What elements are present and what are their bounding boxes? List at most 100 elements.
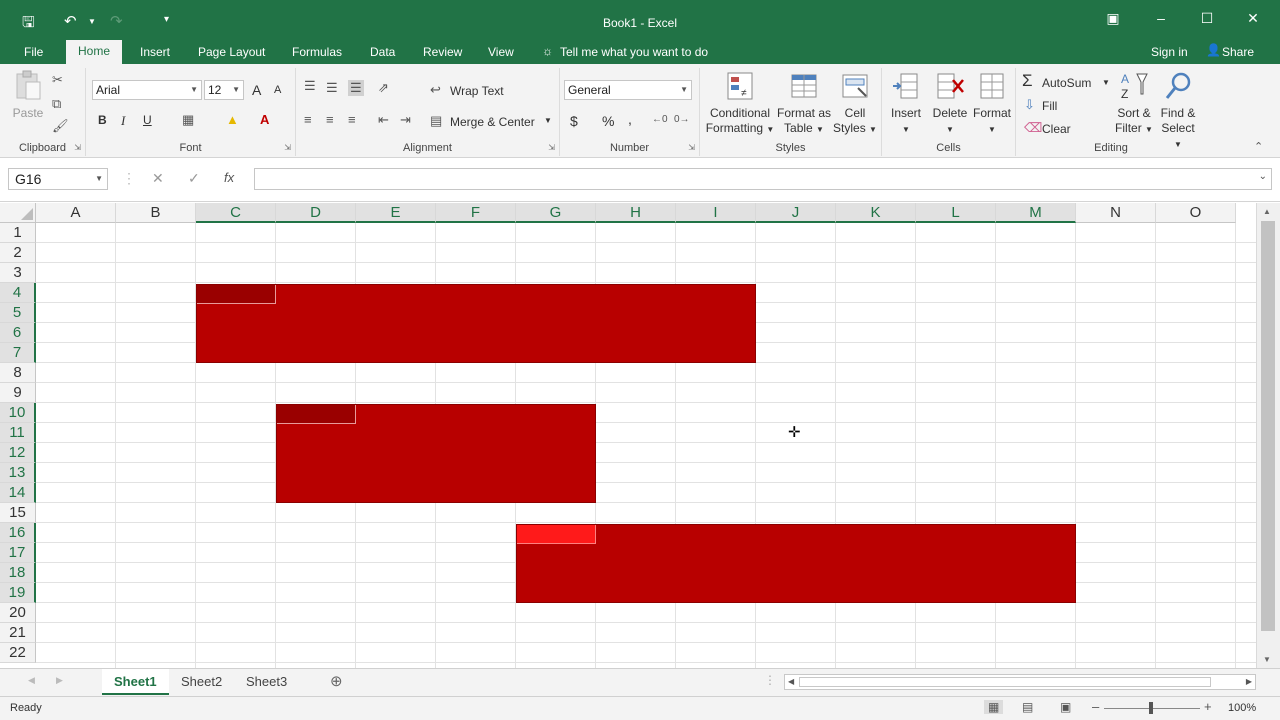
row-header-7[interactable]: 7	[0, 343, 36, 363]
formula-input[interactable]: ⌄	[254, 168, 1272, 190]
number-format-combo[interactable]: General ▼	[564, 80, 692, 100]
sheet-tab-1[interactable]: Sheet1	[102, 669, 169, 695]
increase-decimal-icon[interactable]: ←0	[652, 114, 668, 125]
copy-icon[interactable]: ⧉	[52, 96, 61, 112]
find-select-button[interactable]: Find & Select ▼	[1156, 70, 1200, 152]
tab-review[interactable]: Review	[423, 45, 462, 65]
top-align-icon[interactable]: ☰	[304, 78, 316, 94]
add-sheet-icon[interactable]: ⊕	[330, 672, 343, 690]
format-as-table-button[interactable]: Format as Table ▼	[776, 70, 832, 137]
minimize-icon[interactable]: –	[1138, 10, 1184, 32]
prev-sheet-icon[interactable]: ◀	[28, 675, 35, 686]
row-header-14[interactable]: 14	[0, 483, 36, 503]
format-painter-icon[interactable]: 🖌	[52, 118, 69, 134]
page-break-view-icon[interactable]: ▣	[1060, 700, 1071, 714]
tab-insert[interactable]: Insert	[140, 45, 170, 65]
row-header-4[interactable]: 4	[0, 283, 36, 303]
tell-me-box[interactable]: Tell me what you want to do	[560, 45, 708, 65]
tab-formulas[interactable]: Formulas	[292, 45, 342, 65]
column-header-b[interactable]: B	[116, 203, 196, 223]
shape-rectangle-3[interactable]	[516, 524, 1076, 603]
conditional-formatting-button[interactable]: ≠ Conditional Formatting ▼	[704, 70, 776, 137]
font-size-combo[interactable]: 12 ▼	[204, 80, 244, 100]
increase-indent-icon[interactable]: ⇥	[400, 112, 411, 128]
sort-filter-button[interactable]: AZ Sort & Filter ▼	[1112, 70, 1156, 137]
fill-button[interactable]: Fill	[1042, 99, 1057, 113]
row-header-10[interactable]: 10	[0, 403, 36, 423]
bold-button[interactable]: B	[98, 113, 107, 127]
maximize-icon[interactable]: ☐	[1184, 10, 1230, 32]
column-header-f[interactable]: F	[436, 203, 516, 223]
row-header-3[interactable]: 3	[0, 263, 36, 283]
cancel-icon[interactable]: ✕	[152, 170, 164, 187]
percent-button[interactable]: %	[602, 113, 614, 129]
column-header-m[interactable]: M	[996, 203, 1076, 223]
font-name-combo[interactable]: Arial ▼	[92, 80, 202, 100]
zoom-slider-thumb[interactable]	[1149, 702, 1153, 714]
column-header-l[interactable]: L	[916, 203, 996, 223]
name-box[interactable]: G16 ▼	[8, 168, 108, 190]
column-header-d[interactable]: D	[276, 203, 356, 223]
align-left-icon[interactable]: ≡	[304, 112, 312, 127]
active-cell-g16[interactable]	[517, 525, 596, 544]
orientation-icon[interactable]: ⇗	[378, 80, 389, 96]
font-launcher-icon[interactable]: ⇲	[284, 143, 291, 152]
row-header-2[interactable]: 2	[0, 243, 36, 263]
row-header-18[interactable]: 18	[0, 563, 36, 583]
splitter-icon[interactable]: ⋮	[764, 673, 776, 687]
row-header-8[interactable]: 8	[0, 363, 36, 383]
column-header-i[interactable]: I	[676, 203, 756, 223]
number-launcher-icon[interactable]: ⇲	[688, 143, 695, 152]
row-header-12[interactable]: 12	[0, 443, 36, 463]
tab-view[interactable]: View	[488, 45, 514, 65]
insert-cells-button[interactable]: Insert ▼	[884, 70, 928, 137]
alignment-launcher-icon[interactable]: ⇲	[548, 143, 555, 152]
normal-view-icon[interactable]: ▦	[984, 700, 1004, 714]
tab-page-layout[interactable]: Page Layout	[198, 45, 265, 65]
merge-center-button[interactable]: Merge & Center	[450, 115, 535, 129]
tab-home[interactable]: Home	[66, 40, 123, 64]
font-color-icon[interactable]: A	[260, 112, 269, 127]
column-header-h[interactable]: H	[596, 203, 676, 223]
row-header-15[interactable]: 15	[0, 503, 36, 523]
sheet-tab-2[interactable]: Sheet2	[169, 669, 234, 695]
column-header-g[interactable]: G	[516, 203, 596, 223]
tab-file[interactable]: File	[24, 45, 43, 65]
cell-styles-button[interactable]: Cell Styles ▼	[832, 70, 878, 137]
italic-button[interactable]: I	[121, 113, 125, 129]
shape-highlight-cell[interactable]	[277, 405, 356, 424]
cut-icon[interactable]: ✂	[52, 72, 63, 88]
column-header-k[interactable]: K	[836, 203, 916, 223]
currency-button[interactable]: $	[570, 113, 578, 129]
share-button[interactable]: Share	[1222, 45, 1254, 65]
decrease-indent-icon[interactable]: ⇤	[378, 112, 389, 128]
underline-button[interactable]: U	[143, 113, 152, 127]
insert-function-icon[interactable]: fx	[224, 170, 234, 185]
clear-button[interactable]: Clear	[1042, 122, 1071, 136]
format-cells-button[interactable]: Format ▼	[970, 70, 1014, 137]
zoom-out-icon[interactable]: –	[1092, 699, 1099, 714]
close-icon[interactable]: ✕	[1230, 10, 1276, 32]
zoom-level[interactable]: 100%	[1228, 702, 1256, 714]
column-header-e[interactable]: E	[356, 203, 436, 223]
clipboard-launcher-icon[interactable]: ⇲	[74, 143, 81, 152]
shape-highlight-cell[interactable]	[197, 285, 276, 304]
row-header-20[interactable]: 20	[0, 603, 36, 623]
page-layout-view-icon[interactable]: ▤	[1022, 700, 1033, 714]
shape-rectangle-1[interactable]	[196, 284, 756, 363]
select-all-corner[interactable]	[0, 203, 36, 223]
horizontal-scroll-thumb[interactable]	[799, 677, 1211, 687]
column-header-j[interactable]: J	[756, 203, 836, 223]
bottom-align-icon[interactable]: ☰	[348, 80, 364, 96]
grow-font-button[interactable]: A	[252, 82, 261, 98]
row-header-5[interactable]: 5	[0, 303, 36, 323]
chevron-down-icon[interactable]: ▼	[1102, 78, 1110, 87]
paste-button[interactable]: Paste	[8, 70, 48, 121]
row-header-11[interactable]: 11	[0, 423, 36, 443]
shape-rectangle-2[interactable]	[276, 404, 596, 503]
align-right-icon[interactable]: ≡	[348, 112, 356, 127]
row-header-13[interactable]: 13	[0, 463, 36, 483]
vertical-scroll-thumb[interactable]	[1261, 221, 1275, 631]
autosum-button[interactable]: AutoSum	[1042, 76, 1091, 90]
borders-icon[interactable]: ▦	[182, 112, 194, 128]
